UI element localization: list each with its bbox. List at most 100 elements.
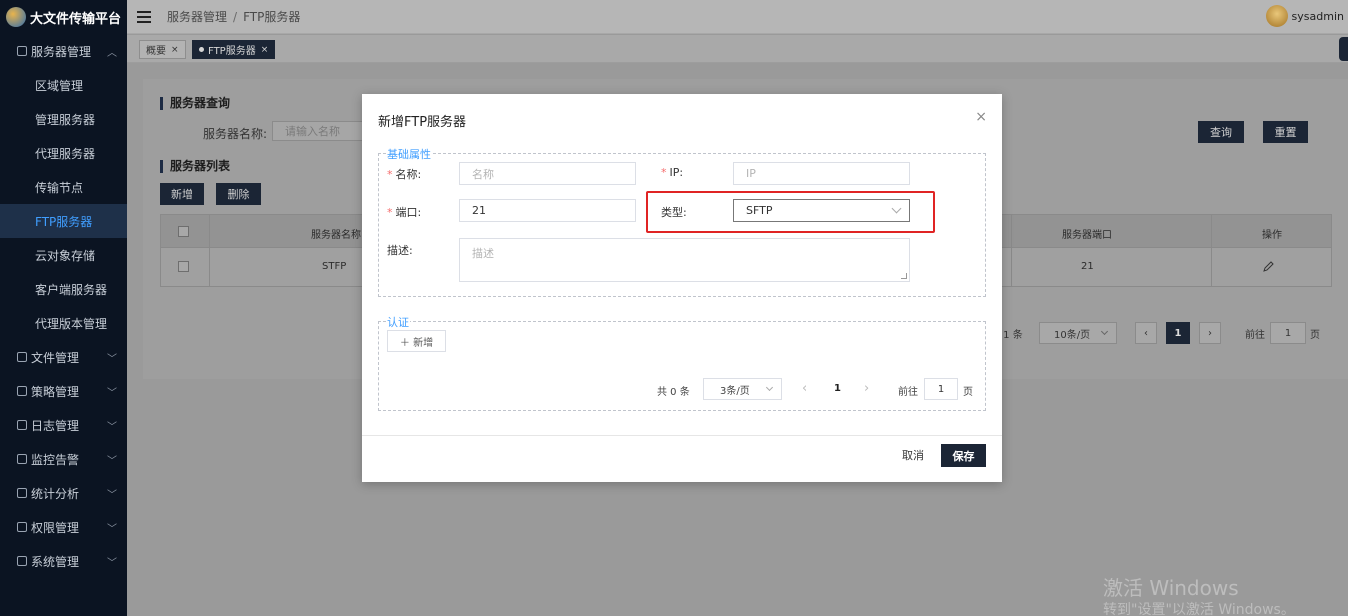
ip-label-text: IP: [669,166,684,179]
auth-next-page-button[interactable]: › [864,381,869,396]
windows-activation-watermark-text: 转到"设置"以激活 Windows。 [1103,602,1295,616]
name-label-text: 名称: [395,168,422,181]
tags-view: 概要 × FTP服务器 × [127,35,1348,63]
next-page-button[interactable]: › [1199,322,1221,344]
footer-divider [362,435,1002,436]
goto-label: 前往 [1245,330,1265,341]
close-icon[interactable]: × [975,109,987,125]
chevron-right-icon: › [1208,327,1212,339]
username: sysadmin [1291,9,1344,23]
page-size-value: 10条/页 [1054,329,1091,341]
goto-page-input[interactable]: 1 [1270,322,1306,344]
sidebar-item-proxy-server[interactable]: 代理服务器 [0,136,127,170]
query-section-title: 服务器查询 [160,97,230,110]
sidebar-item-transfer-node[interactable]: 传输节点 [0,170,127,204]
sidebar-item-region[interactable]: 区域管理 [0,68,127,102]
log-icon [17,420,27,430]
stats-icon [17,488,27,498]
column-divider [209,248,210,286]
sidebar-group-label: 系统管理 [31,554,80,569]
chevron-down-icon: ﹀ [107,422,117,433]
close-icon[interactable]: × [261,45,269,55]
reset-button[interactable]: 重置 [1263,121,1308,143]
column-divider [1011,248,1012,286]
ip-label: * IP: [661,166,683,179]
sidebar-item-management-server[interactable]: 管理服务器 [0,102,127,136]
auth-goto-input[interactable]: 1 [924,378,958,400]
add-auth-button[interactable]: ＋ 新增 [387,330,446,352]
auth-legend: 认证 [386,314,410,330]
sidebar-group-stats[interactable]: 统计分析 ﹀ [0,476,127,510]
close-icon[interactable]: × [171,45,179,55]
chevron-down-icon [1100,327,1109,336]
column-divider [1211,248,1212,286]
cancel-button[interactable]: 取消 [902,447,924,463]
ip-input[interactable]: IP [733,162,910,185]
breadcrumb-current: FTP服务器 [243,10,301,24]
windows-activation-watermark-title: 激活 Windows [1103,576,1239,600]
policy-icon [17,386,27,396]
page-size-select[interactable]: 10条/页 [1039,322,1117,344]
port-label: * 端口: [387,204,421,220]
sidebar-item-ftp-server[interactable]: FTP服务器 [0,204,127,238]
auth-page-size-select[interactable]: 3条/页 [703,378,782,400]
menu-toggle-icon[interactable] [137,10,151,23]
chevron-down-icon: ﹀ [107,388,117,399]
save-button[interactable]: 保存 [941,444,986,467]
add-server-button[interactable]: 新增 [160,183,204,205]
select-all-checkbox[interactable] [178,226,189,237]
query-button[interactable]: 查询 [1198,121,1244,143]
chevron-up-icon: ︿ [107,48,117,59]
sidebar-group-file[interactable]: 文件管理 ﹀ [0,340,127,374]
chevron-down-icon: ﹀ [107,558,117,569]
chevron-down-icon [765,383,774,392]
chevron-left-icon: ‹ [1144,327,1148,339]
sidebar: 大文件传输平台 服务器管理 ︿ 区域管理 管理服务器 代理服务器 传输节点 FT… [0,0,127,616]
sidebar-group-log[interactable]: 日志管理 ﹀ [0,408,127,442]
breadcrumb-separator: / [233,10,238,24]
active-dot-icon [199,47,204,52]
basic-properties-legend: 基础属性 [386,146,432,162]
sidebar-group-label: 统计分析 [31,486,80,501]
port-input[interactable]: 21 [459,199,636,222]
name-input[interactable]: 名称 [459,162,636,185]
sidebar-group-permission[interactable]: 权限管理 ﹀ [0,510,127,544]
permission-icon [17,522,27,532]
sidebar-item-client-server[interactable]: 客户端服务器 [0,272,127,306]
current-page[interactable]: 1 [1166,322,1190,344]
auth-current-page[interactable]: 1 [834,383,841,394]
description-textarea[interactable]: 描述 [459,238,910,282]
sidebar-group-policy[interactable]: 策略管理 ﹀ [0,374,127,408]
row-checkbox[interactable] [178,261,189,272]
type-select[interactable]: SFTP [733,199,910,222]
column-divider [209,215,210,247]
auth-prev-page-button[interactable]: ‹ [802,381,807,396]
settings-icon [17,556,27,566]
chevron-down-icon: ﹀ [107,354,117,365]
tag-overview[interactable]: 概要 × [139,40,186,59]
avatar [1265,5,1288,27]
resize-handle-icon[interactable] [901,273,907,279]
sidebar-item-cloud-storage[interactable]: 云对象存储 [0,238,127,272]
sidebar-group-system[interactable]: 系统管理 ﹀ [0,544,127,578]
app-logo[interactable]: 大文件传输平台 [0,0,127,34]
name-filter-input[interactable]: 请输入名称 [272,121,364,141]
edit-icon[interactable] [1262,260,1275,273]
chevron-down-icon: ﹀ [107,456,117,467]
prev-page-button[interactable]: ‹ [1135,322,1157,344]
sidebar-item-proxy-version[interactable]: 代理版本管理 [0,306,127,340]
settings-drawer-toggle[interactable] [1339,37,1348,61]
sidebar-group-server[interactable]: 服务器管理 ︿ [0,34,127,68]
add-ftp-server-dialog: 新增FTP服务器 × 基础属性 * 名称: 名称 * IP: IP * 端口: 21 … [362,94,1002,482]
auth-goto-label: 前往 [898,387,918,398]
required-mark: * [387,206,393,219]
user-menu[interactable]: sysadmin [1265,5,1344,27]
delete-server-button[interactable]: 删除 [216,183,261,205]
column-header-port: 服务器端口 [1062,230,1112,241]
required-mark: * [661,166,667,179]
column-header-name: 服务器名称 [311,230,361,241]
tag-ftp-server[interactable]: FTP服务器 × [192,40,276,59]
breadcrumb-parent[interactable]: 服务器管理 [167,10,227,24]
monitor-icon [17,454,27,464]
sidebar-group-monitor[interactable]: 监控告警 ﹀ [0,442,127,476]
